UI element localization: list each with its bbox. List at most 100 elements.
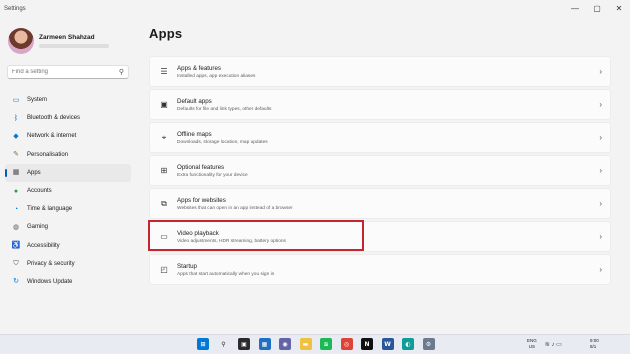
sidebar-item-label: System [27, 97, 48, 104]
video-icon: ▭ [160, 231, 168, 241]
clock-date: 8/1 [590, 344, 597, 349]
card-subtitle: Apps that start automatically when you s… [177, 271, 275, 277]
card-title: Apps for websites [177, 196, 226, 204]
taskbar-word-icon[interactable]: W [381, 338, 394, 350]
app-title: Settings [4, 6, 26, 12]
map-icon: ⌖ [161, 132, 167, 142]
taskbar-start-icon[interactable]: ⊞ [197, 338, 209, 350]
main-content: Apps ☰ Apps & features Installed apps, app… [149, 18, 611, 285]
sidebar-item-label: Network & internet [27, 133, 77, 140]
apps-icon: ▦ [12, 169, 20, 177]
startup-icon: ◰ [160, 264, 168, 274]
brush-icon: ✎ [13, 151, 19, 159]
search-icon[interactable]: ⚲ [119, 68, 124, 76]
user-profile[interactable]: Zarmeen Shahzad [8, 28, 109, 54]
chevron-right-icon: › [599, 166, 602, 175]
sidebar-item-label: Accounts [27, 188, 52, 195]
system-tray: ENG US ≋ ♪ ▭ [527, 338, 562, 350]
sidebar-item-time-language[interactable]: ◔ Time & language [5, 200, 131, 218]
settings-card-offline-maps[interactable]: ⌖ Offline maps Downloads, storage location… [149, 122, 611, 153]
sidebar-item-label: Time & language [27, 206, 73, 213]
close-button[interactable]: ✕ [608, 0, 630, 16]
card-subtitle: Defaults for file and link types, other … [177, 106, 272, 112]
taskbar-spotify-icon[interactable]: ≋ [320, 338, 332, 350]
page-title: Apps [149, 26, 183, 41]
language-indicator[interactable]: ENG US [527, 338, 537, 350]
taskbar-search-icon[interactable]: ⚲ [217, 338, 230, 350]
taskbar-file-explorer-icon[interactable]: ▬ [299, 338, 312, 350]
default-apps-icon: ▣ [160, 99, 168, 109]
sidebar-item-privacy-security[interactable]: ⛉ Privacy & security [5, 255, 131, 273]
sidebar-item-network-internet[interactable]: ◆ Network & internet [5, 127, 131, 145]
sidebar-item-gaming[interactable]: ◍ Gaming [5, 218, 131, 236]
card-title: Optional features [177, 163, 225, 171]
wifi-icon: ◆ [13, 132, 19, 140]
settings-card-optional-features[interactable]: ⊞ Optional features Extra functionality fo… [149, 155, 611, 186]
maximize-button[interactable]: ▢ [586, 0, 608, 16]
card-title: Apps & features [177, 64, 222, 72]
window-controls: — ▢ ✕ [564, 0, 630, 16]
accessibility-icon: ♿ [11, 242, 21, 250]
chevron-right-icon: › [599, 232, 602, 241]
settings-card-startup[interactable]: ◰ Startup Apps that start automatically wh… [149, 254, 611, 285]
settings-card-apps-features[interactable]: ☰ Apps & features Installed apps, app exec… [149, 56, 611, 87]
chevron-right-icon: › [599, 100, 602, 109]
taskbar-apps: ⊞ ⚲ ▣ ▦ ◉ ▬ ≋ ◎ N W ◐ ⚙ [197, 338, 443, 350]
chevron-right-icon: › [599, 265, 602, 274]
card-subtitle: Video adjustments, HDR streaming, batter… [177, 238, 286, 244]
list-icon: ☰ [160, 66, 168, 76]
search-input[interactable] [12, 69, 119, 75]
sidebar-item-personalisation[interactable]: ✎ Personalisation [5, 146, 131, 164]
sidebar-item-label: Accessibility [27, 242, 60, 249]
gamepad-icon: ◍ [12, 223, 20, 231]
person-icon: ● [13, 187, 19, 195]
card-title: Startup [177, 262, 197, 270]
profile-email-redacted [39, 44, 109, 48]
sidebar-item-label: Apps [27, 169, 41, 176]
sidebar-item-label: Personalisation [27, 151, 69, 158]
search-box[interactable]: ⚲ [7, 65, 129, 79]
monitor-icon: ▭ [12, 96, 20, 104]
bluetooth-icon: ᛒ [13, 114, 19, 122]
card-subtitle: Extra functionality for your device [177, 172, 248, 178]
taskbar-widgets-icon[interactable]: ▦ [258, 338, 271, 350]
chevron-right-icon: › [599, 67, 602, 76]
sidebar-item-accounts[interactable]: ● Accounts [5, 182, 131, 200]
sidebar-item-accessibility[interactable]: ♿ Accessibility [5, 237, 131, 255]
profile-name: Zarmeen Shahzad [39, 34, 95, 41]
taskbar-netflix-icon[interactable]: N [361, 338, 373, 350]
chevron-right-icon: › [599, 199, 602, 208]
sidebar-nav: ▭ System ᛒ Bluetooth & devices ◆ Network & in… [5, 91, 131, 291]
globe-clock-icon: ◔ [13, 205, 19, 213]
chevron-right-icon: › [599, 133, 602, 142]
shield-icon: ⛉ [13, 260, 19, 268]
card-subtitle: Websites that can open in an app instead… [177, 205, 293, 211]
sidebar-item-bluetooth-devices[interactable]: ᛒ Bluetooth & devices [5, 109, 131, 127]
clock[interactable]: 9:00 8/1 [590, 338, 599, 350]
update-icon: ↻ [13, 278, 19, 286]
card-title: Video playback [177, 229, 219, 237]
minimize-button[interactable]: — [564, 0, 586, 16]
avatar[interactable] [8, 28, 34, 54]
card-subtitle: Downloads, storage location, map updates [177, 139, 268, 145]
taskbar-settings-icon[interactable]: ⚙ [422, 338, 435, 350]
taskbar-task-view-icon[interactable]: ▣ [238, 338, 250, 350]
sidebar-item-label: Gaming [27, 224, 49, 231]
sidebar-item-label: Windows Update [27, 278, 73, 285]
sidebar-item-system[interactable]: ▭ System [5, 91, 131, 109]
taskbar: ⊞ ⚲ ▣ ▦ ◉ ▬ ≋ ◎ N W ◐ ⚙ ENG US ≋ ♪ ▭ 9:00 8/1 [0, 334, 630, 354]
network-volume-battery-icons[interactable]: ≋ ♪ ▭ [545, 341, 562, 348]
taskbar-chat-icon[interactable]: ◉ [279, 338, 291, 350]
settings-card-video-playback[interactable]: ▭ Video playback Video adjustments, HDR st… [149, 221, 611, 252]
settings-card-default-apps[interactable]: ▣ Default apps Defaults for file and link … [149, 89, 611, 120]
taskbar-chrome-icon[interactable]: ◎ [340, 338, 353, 350]
sidebar-item-label: Privacy & security [27, 260, 75, 267]
sidebar-item-windows-update[interactable]: ↻ Windows Update [5, 273, 131, 291]
title-bar: Settings — ▢ ✕ [0, 0, 630, 18]
region-code: US [528, 344, 536, 349]
sidebar-item-apps[interactable]: ▦ Apps [5, 163, 131, 182]
settings-card-apps-for-websites[interactable]: ⧉ Apps for websites Websites that can open… [149, 188, 611, 219]
card-title: Offline maps [177, 130, 212, 138]
sidebar: Zarmeen Shahzad ⚲ ▭ System ᛒ Bluetooth & de… [0, 18, 140, 334]
taskbar-edge-icon[interactable]: ◐ [402, 338, 414, 350]
